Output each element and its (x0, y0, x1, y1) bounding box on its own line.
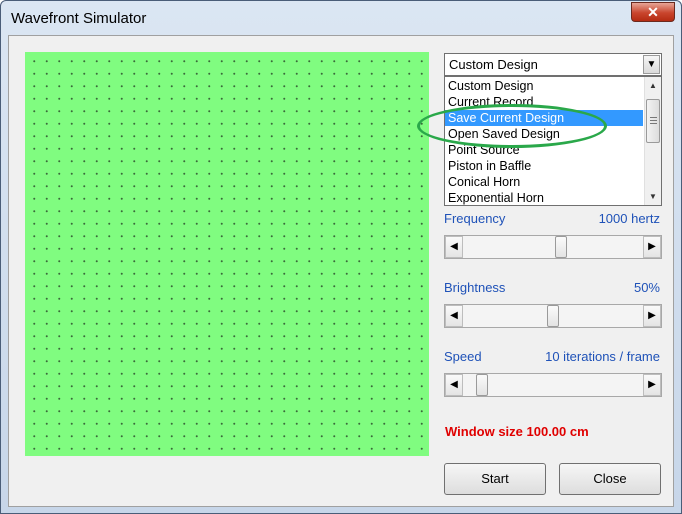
list-item[interactable]: Point Source (445, 142, 643, 158)
slider-left-icon[interactable]: ◀ (445, 374, 463, 396)
frequency-value: 1000 hertz (598, 211, 660, 226)
brightness-label: Brightness (444, 280, 506, 295)
scroll-down-icon[interactable]: ▼ (645, 188, 661, 205)
slider-track[interactable] (463, 236, 643, 258)
slider-right-icon[interactable]: ▶ (643, 305, 661, 327)
slider-left-icon[interactable]: ◀ (445, 305, 463, 327)
window-size-status: Window size 100.00 cm (445, 424, 589, 439)
list-item[interactable]: Piston in Baffle (445, 158, 643, 174)
frequency-thumb[interactable] (555, 236, 567, 258)
chevron-down-icon[interactable]: ▼ (643, 55, 660, 74)
design-list-items: Custom Design Current Record Save Curren… (445, 78, 643, 205)
slider-track[interactable] (463, 374, 643, 396)
dropdown-value: Custom Design (449, 57, 538, 72)
speed-thumb[interactable] (476, 374, 488, 396)
start-button[interactable]: Start (444, 463, 546, 495)
close-window-button[interactable]: ✕ (631, 2, 675, 22)
list-item[interactable]: Conical Horn (445, 174, 643, 190)
speed-label: Speed (444, 349, 482, 364)
frequency-slider[interactable]: ◀ ▶ (444, 235, 662, 259)
list-item[interactable]: Open Saved Design (445, 126, 643, 142)
design-list[interactable]: Custom Design Current Record Save Curren… (444, 76, 662, 206)
list-item[interactable]: Custom Design (445, 78, 643, 94)
brightness-value: 50% (633, 280, 660, 295)
window-title: Wavefront Simulator (11, 10, 147, 27)
brightness-slider[interactable]: ◀ ▶ (444, 304, 662, 328)
slider-track[interactable] (463, 305, 643, 327)
simulation-canvas[interactable] (25, 52, 429, 456)
list-scrollbar[interactable]: ▲ ▼ (644, 77, 661, 205)
list-item[interactable]: Exponential Horn (445, 190, 643, 205)
title-bar[interactable]: Wavefront Simulator ✕ (1, 1, 681, 35)
design-dropdown[interactable]: Custom Design ▼ (444, 53, 662, 76)
slider-right-icon[interactable]: ▶ (643, 374, 661, 396)
frequency-label: Frequency (444, 211, 506, 226)
close-icon: ✕ (647, 4, 659, 20)
slider-left-icon[interactable]: ◀ (445, 236, 463, 258)
speed-value: 10 iterations / frame (545, 349, 660, 364)
list-item[interactable]: Save Current Design (445, 110, 643, 126)
app-window: Wavefront Simulator ✕ Custom Design ▼ Cu… (0, 0, 682, 514)
brightness-thumb[interactable] (547, 305, 559, 327)
client-area: Custom Design ▼ Custom Design Current Re… (8, 35, 674, 507)
close-button[interactable]: Close (559, 463, 661, 495)
scroll-up-icon[interactable]: ▲ (645, 77, 661, 94)
speed-slider[interactable]: ◀ ▶ (444, 373, 662, 397)
scroll-thumb[interactable] (646, 99, 660, 143)
slider-right-icon[interactable]: ▶ (643, 236, 661, 258)
list-item[interactable]: Current Record (445, 94, 643, 110)
